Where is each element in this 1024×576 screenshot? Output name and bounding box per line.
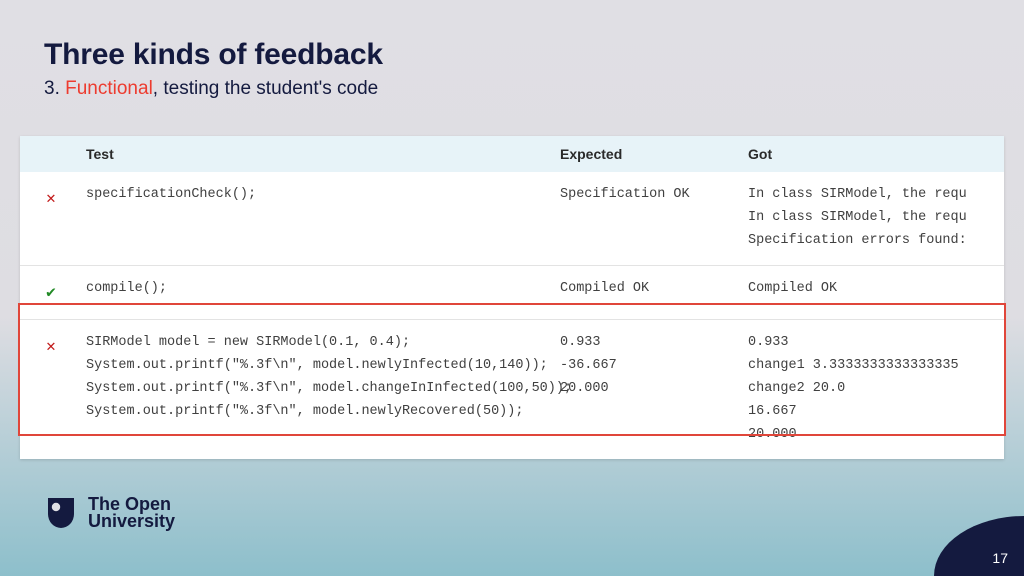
subtitle-prefix: 3. [44, 78, 65, 99]
got-cell: Compiled OK [748, 278, 1004, 301]
test-cell: compile(); [82, 278, 560, 301]
got-cell: In class SIRModel, the requ In class SIR… [748, 184, 1004, 253]
col-test-header: Test [82, 146, 560, 162]
slide-subtitle: 3. Functional, testing the student's cod… [44, 78, 383, 100]
logo-line2: University [88, 513, 175, 530]
title-block: Three kinds of feedback 3. Functional, t… [44, 38, 383, 100]
slide-title: Three kinds of feedback [44, 38, 383, 72]
got-cell: 0.933 change1 3.3333333333333335 change2… [748, 332, 1004, 447]
expected-cell: Specification OK [560, 184, 748, 207]
subtitle-rest: , testing the student's code [153, 78, 378, 99]
corner-decoration [934, 516, 1024, 576]
table-header: Test Expected Got [20, 136, 1004, 172]
col-expected-header: Expected [560, 146, 748, 162]
col-got-header: Got [748, 146, 1004, 162]
test-cell: specificationCheck(); [82, 184, 560, 207]
test-cell: SIRModel model = new SIRModel(0.1, 0.4);… [82, 332, 560, 424]
results-table: Test Expected Got ✕ specificationCheck()… [20, 136, 1004, 459]
cross-icon: ✕ [46, 186, 56, 213]
table-row: ✕ SIRModel model = new SIRModel(0.1, 0.4… [20, 319, 1004, 459]
table-row: ✔ compile(); Compiled OK Compiled OK [20, 265, 1004, 319]
ou-logo: The Open University [44, 496, 175, 530]
logo-text: The Open University [88, 496, 175, 530]
subtitle-accent: Functional [65, 78, 153, 99]
slide: Three kinds of feedback 3. Functional, t… [0, 0, 1024, 576]
expected-cell: 0.933 -36.667 20.000 [560, 332, 748, 401]
expected-cell: Compiled OK [560, 278, 748, 301]
page-number: 17 [992, 550, 1008, 566]
cross-icon: ✕ [46, 334, 56, 361]
table-row: ✕ specificationCheck(); Specification OK… [20, 172, 1004, 265]
check-icon: ✔ [46, 280, 56, 307]
shield-icon [44, 496, 78, 530]
